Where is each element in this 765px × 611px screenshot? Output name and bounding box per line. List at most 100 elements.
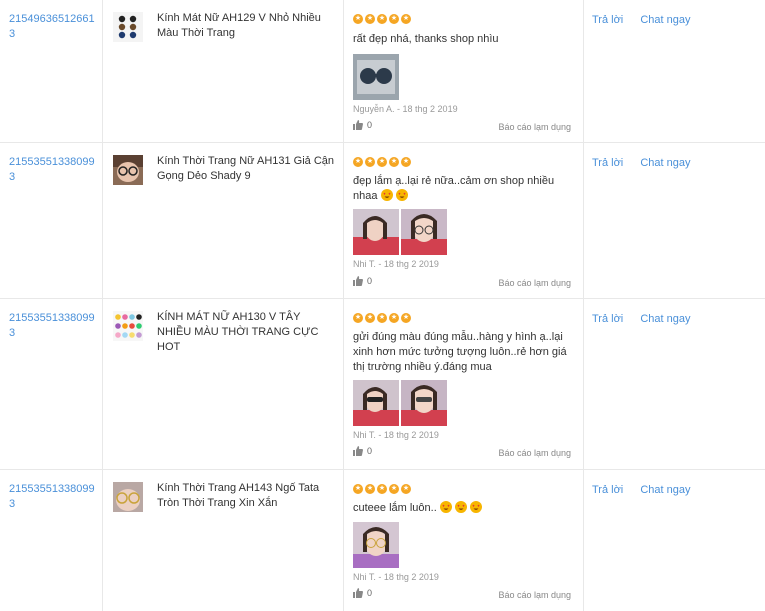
actions-cell: Trả lời Chat ngay xyxy=(584,143,765,298)
star-icon: ★ xyxy=(389,313,399,323)
review-comment: rất đẹp nhá, thanks shop nhìu xyxy=(353,33,499,45)
star-icon: ★ xyxy=(377,157,387,167)
review-photo[interactable] xyxy=(353,380,399,426)
product-thumbnail[interactable] xyxy=(113,155,143,185)
order-id-cell: 215535513380993 xyxy=(0,470,103,611)
star-icon: ★ xyxy=(377,14,387,24)
review-photos xyxy=(353,54,399,100)
review-photos xyxy=(353,380,447,426)
like-button[interactable]: 0 xyxy=(353,446,372,456)
review-comment: đẹp lắm ạ..lại rẻ nữa..cảm ơn shop nhiều… xyxy=(353,175,555,202)
heart-eyes-emoji-icon xyxy=(469,501,482,513)
product-thumbnail[interactable] xyxy=(113,482,143,512)
reply-button[interactable]: Trả lời xyxy=(592,484,623,496)
reviewer-date: Nguyễn A. - 18 thg 2 2019 xyxy=(353,104,458,114)
actions-cell: Trả lời Chat ngay xyxy=(584,0,765,142)
reply-button[interactable]: Trả lời xyxy=(592,157,623,169)
thumbs-up-icon xyxy=(353,446,363,456)
product-cell: Kính Mát Nữ AH129 V Nhỏ Nhiều Màu Thời T… xyxy=(103,0,344,142)
product-thumbnail[interactable] xyxy=(113,311,143,341)
table-row: 215535513380993 Kính Thời Trang AH143 Ng… xyxy=(0,470,765,611)
thumbs-up-icon xyxy=(353,588,363,598)
review-photo[interactable] xyxy=(401,209,447,255)
heart-eyes-emoji-icon xyxy=(395,189,408,201)
star-icon: ★ xyxy=(401,14,411,24)
review-photos xyxy=(353,209,447,255)
review-photo[interactable] xyxy=(353,54,399,100)
product-thumbnail[interactable] xyxy=(113,12,143,42)
order-id-cell: 215496365126613 xyxy=(0,0,103,142)
report-abuse-link[interactable]: Báo cáo lạm dụng xyxy=(498,590,571,600)
star-icon: ★ xyxy=(389,14,399,24)
review-cell: ★ ★ ★ ★ ★ gửi đúng màu đúng mẫu..hàng y … xyxy=(344,299,584,469)
reply-button[interactable]: Trả lời xyxy=(592,14,623,26)
review-photo[interactable] xyxy=(353,522,399,568)
report-abuse-link[interactable]: Báo cáo lạm dụng xyxy=(498,448,571,458)
like-button[interactable]: 0 xyxy=(353,120,372,130)
like-count: 0 xyxy=(367,120,373,130)
star-icon: ★ xyxy=(353,313,363,323)
review-comment: cuteee lắm luôn.. xyxy=(353,501,575,516)
star-icon: ★ xyxy=(353,14,363,24)
chat-now-button[interactable]: Chat ngay xyxy=(640,484,690,496)
like-count: 0 xyxy=(367,276,373,286)
chat-now-button[interactable]: Chat ngay xyxy=(640,14,690,26)
rating-stars: ★ ★ ★ ★ ★ xyxy=(353,14,411,24)
table-row: 215496365126613 Kính Mát Nữ AH129 V Nhỏ … xyxy=(0,0,765,143)
review-photo[interactable] xyxy=(401,380,447,426)
rating-stars: ★ ★ ★ ★ ★ xyxy=(353,157,411,167)
thumbs-up-icon xyxy=(353,276,363,286)
order-id-link[interactable]: 215535513380993 xyxy=(9,311,97,341)
review-cell: ★ ★ ★ ★ ★ rất đẹp nhá, thanks shop nhìu … xyxy=(344,0,584,142)
report-abuse-link[interactable]: Báo cáo lạm dụng xyxy=(498,122,571,132)
review-cell: ★ ★ ★ ★ ★ cuteee lắm luôn.. Nhi T. - 18 … xyxy=(344,470,584,611)
reply-button[interactable]: Trả lời xyxy=(592,313,623,325)
product-cell: Kính Thời Trang AH143 Ngố Tata Tròn Thời… xyxy=(103,470,344,611)
star-icon: ★ xyxy=(377,313,387,323)
reviewer-date: Nhi T. - 18 thg 2 2019 xyxy=(353,572,439,582)
order-id-cell: 215535513380993 xyxy=(0,299,103,469)
rating-stars: ★ ★ ★ ★ ★ xyxy=(353,484,411,494)
report-abuse-link[interactable]: Báo cáo lạm dụng xyxy=(498,278,571,288)
star-icon: ★ xyxy=(365,157,375,167)
like-button[interactable]: 0 xyxy=(353,276,372,286)
thumbs-up-icon xyxy=(353,120,363,130)
like-count: 0 xyxy=(367,446,373,456)
star-icon: ★ xyxy=(365,14,375,24)
review-photo[interactable] xyxy=(353,209,399,255)
like-button[interactable]: 0 xyxy=(353,588,372,598)
order-id-link[interactable]: 215496365126613 xyxy=(9,12,97,42)
star-icon: ★ xyxy=(401,484,411,494)
order-id-link[interactable]: 215535513380993 xyxy=(9,482,97,512)
review-cell: ★ ★ ★ ★ ★ đẹp lắm ạ..lại rẻ nữa..cảm ơn … xyxy=(344,143,584,298)
actions-cell: Trả lời Chat ngay xyxy=(584,470,765,611)
star-icon: ★ xyxy=(401,313,411,323)
star-icon: ★ xyxy=(353,157,363,167)
product-name[interactable]: Kính Thời Trang Nữ AH131 Giả Cận Gọng Dẻ… xyxy=(157,154,335,184)
product-name[interactable]: Kính Mát Nữ AH129 V Nhỏ Nhiều Màu Thời T… xyxy=(157,11,335,41)
star-icon: ★ xyxy=(365,313,375,323)
star-icon: ★ xyxy=(389,157,399,167)
order-id-link[interactable]: 215535513380993 xyxy=(9,155,97,185)
review-comment: gửi đúng màu đúng mẫu..hàng y hình ạ..lạ… xyxy=(353,331,567,373)
star-icon: ★ xyxy=(401,157,411,167)
review-photos xyxy=(353,522,399,568)
chat-now-button[interactable]: Chat ngay xyxy=(640,157,690,169)
reviewer-date: Nhi T. - 18 thg 2 2019 xyxy=(353,430,439,440)
star-icon: ★ xyxy=(389,484,399,494)
actions-cell: Trả lời Chat ngay xyxy=(584,299,765,469)
heart-eyes-emoji-icon xyxy=(454,501,467,513)
heart-eyes-emoji-icon xyxy=(439,501,452,513)
product-name[interactable]: KÍNH MÁT NỮ AH130 V TÂY NHIỀU MÀU THỜI T… xyxy=(157,310,335,355)
product-cell: Kính Thời Trang Nữ AH131 Giả Cận Gọng Dẻ… xyxy=(103,143,344,298)
reviewer-date: Nhi T. - 18 thg 2 2019 xyxy=(353,259,439,269)
heart-eyes-emoji-icon xyxy=(380,189,393,201)
product-name[interactable]: Kính Thời Trang AH143 Ngố Tata Tròn Thời… xyxy=(157,481,335,511)
table-row: 215535513380993 Kính Thời Trang Nữ AH131… xyxy=(0,143,765,299)
star-icon: ★ xyxy=(365,484,375,494)
chat-now-button[interactable]: Chat ngay xyxy=(640,313,690,325)
rating-stars: ★ ★ ★ ★ ★ xyxy=(353,313,411,323)
star-icon: ★ xyxy=(377,484,387,494)
product-cell: KÍNH MÁT NỮ AH130 V TÂY NHIỀU MÀU THỜI T… xyxy=(103,299,344,469)
star-icon: ★ xyxy=(353,484,363,494)
